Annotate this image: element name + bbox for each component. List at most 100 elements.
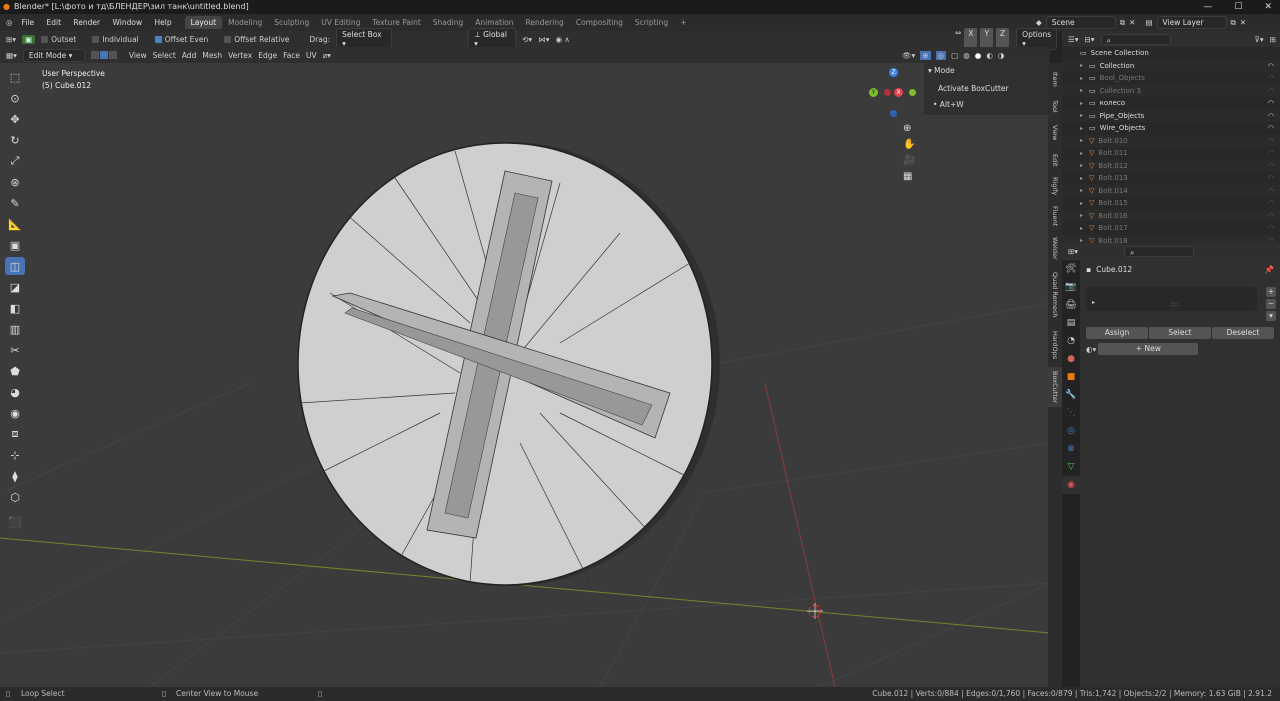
shear-tool-icon[interactable]: ⧫ [5, 467, 25, 485]
navigation-gizmo[interactable]: Z Y X [868, 68, 918, 118]
perspective-grid-icon[interactable]: ▦ [903, 171, 915, 182]
particles-props-icon[interactable]: ⋱ [1062, 404, 1080, 422]
menu-window[interactable]: Window [108, 18, 148, 27]
close-icon[interactable]: ✕ [1264, 0, 1272, 14]
expand-arrow-icon[interactable]: ▸ [1080, 200, 1089, 207]
constraints-props-icon[interactable]: ⊗ [1062, 440, 1080, 458]
scene-collection-row[interactable]: ▭ Scene Collection [1062, 47, 1280, 60]
tool-active-icon[interactable]: ▣ [22, 34, 36, 44]
add-slot-button[interactable]: + [1266, 287, 1276, 297]
pin-icon[interactable]: 📌 [1265, 265, 1274, 274]
material-shading-icon[interactable]: ◐ [986, 51, 993, 60]
tab-layout[interactable]: Layout [184, 16, 223, 29]
viewport-menu-mesh[interactable]: Mesh [202, 51, 222, 60]
viewport-menu-add[interactable]: Add [182, 51, 197, 60]
outliner-row[interactable]: ▸ ▽ Bolt.014 ◠ [1062, 184, 1280, 197]
tab-hardops[interactable]: HardOps [1048, 327, 1062, 363]
outliner-search-input[interactable]: ⌕ [1100, 33, 1171, 45]
bevel-tool-icon[interactable]: ◧ [5, 299, 25, 317]
outliner-row[interactable]: ▸ ▭ Bool_Objects ◠ [1062, 72, 1280, 85]
outliner-row[interactable]: ▸ ▽ Bolt.012 ◠ [1062, 159, 1280, 172]
expand-arrow-icon[interactable]: ▸ [1080, 75, 1089, 82]
add-workspace-icon[interactable]: + [674, 16, 692, 29]
gizmo-neg-x-icon[interactable] [884, 89, 891, 96]
tab-quad-remesh[interactable]: Quad Remesh [1048, 267, 1062, 323]
annotate-tool-icon[interactable]: ✎ [5, 194, 25, 212]
menu-render[interactable]: Render [68, 18, 105, 27]
extrude-tool-icon[interactable]: ◫ [5, 257, 25, 275]
expand-arrow-icon[interactable]: ▸ [1080, 125, 1089, 132]
mode-select[interactable]: Edit Mode ▾ [22, 48, 85, 62]
view-layer-props-icon[interactable]: ▤ [1062, 314, 1080, 332]
material-browse-icon[interactable]: ◐▾ [1086, 345, 1096, 354]
visibility-eye-icon[interactable]: ◠ [1268, 174, 1274, 182]
expand-arrow-icon[interactable]: ▸ [1080, 137, 1089, 144]
outliner-row[interactable]: ▸ ▭ колесо ◠ [1062, 97, 1280, 110]
tab-tool[interactable]: Tool [1048, 94, 1062, 118]
rip-tool-icon[interactable]: ⬡ [5, 488, 25, 506]
expand-arrow-icon[interactable]: ▸ [1080, 62, 1089, 69]
visibility-eye-icon[interactable]: ◠ [1268, 212, 1274, 220]
measure-tool-icon[interactable]: 📐 [5, 215, 25, 233]
camera-icon[interactable]: 🎥 [903, 155, 915, 166]
outliner-row[interactable]: ▸ ▽ Bolt.013 ◠ [1062, 172, 1280, 185]
view-layer-copy-icon[interactable]: ⧉ [1231, 18, 1236, 28]
properties-search-input[interactable]: ⌕ [1124, 245, 1195, 257]
knife-tool-icon[interactable]: ✂ [5, 341, 25, 359]
tab-sculpting[interactable]: Sculpting [268, 16, 315, 29]
visibility-eye-icon[interactable]: ◠ [1268, 62, 1274, 70]
gizmo-toggle-icon[interactable]: ⊕ [920, 50, 931, 60]
new-collection-icon[interactable]: ⊞ [1270, 35, 1276, 44]
outliner-row[interactable]: ▸ ▽ Bolt.011 ◠ [1062, 147, 1280, 160]
assign-button[interactable]: Assign [1086, 327, 1148, 339]
menu-help[interactable]: Help [149, 18, 176, 27]
visibility-eye-icon[interactable]: ◠ [1268, 137, 1274, 145]
visibility-eye-icon[interactable]: ◠ [1268, 99, 1274, 107]
menu-edit[interactable]: Edit [42, 18, 67, 27]
boxcutter-tool-icon[interactable]: ⬛ [5, 513, 25, 531]
vertex-select-icon[interactable] [90, 51, 99, 59]
tab-view[interactable]: View [1048, 121, 1062, 145]
maximize-icon[interactable]: ☐ [1234, 0, 1242, 14]
minimize-icon[interactable]: — [1203, 0, 1212, 14]
expand-arrow-icon[interactable]: ▸ [1080, 150, 1089, 157]
shrink-fatten-tool-icon[interactable]: ⊹ [5, 446, 25, 464]
outliner-row[interactable]: ▸ ▽ Bolt.015 ◠ [1062, 197, 1280, 210]
rendered-shading-icon[interactable]: ◑ [998, 51, 1005, 60]
gizmo-y-icon[interactable]: Y [869, 88, 878, 97]
expand-arrow-icon[interactable]: ▸ [1080, 187, 1089, 194]
viewport-menu-select[interactable]: Select [153, 51, 176, 60]
render-props-icon[interactable]: 📷 [1062, 278, 1080, 296]
visibility-icon[interactable]: 👁▾ [902, 51, 915, 60]
expand-arrow-icon[interactable]: ▸ [1080, 212, 1089, 219]
blender-menu-icon[interactable]: ◎ [0, 18, 17, 27]
visibility-eye-icon[interactable]: ◠ [1268, 162, 1274, 170]
tab-rigify[interactable]: Rigify [1048, 173, 1062, 199]
gizmo-neg-y-icon[interactable] [909, 89, 916, 96]
3d-viewport[interactable]: User Perspective (5) Cube.012 Z Y X ⊕ ✋ … [0, 63, 1050, 687]
select-button[interactable]: Select [1149, 327, 1211, 339]
expand-arrow-icon[interactable]: ▸ [1080, 162, 1089, 169]
offset-relative-checkbox[interactable]: Offset Relative [224, 35, 289, 44]
viewport-menu-uv[interactable]: UV [306, 51, 317, 60]
tab-rendering[interactable]: Rendering [520, 16, 570, 29]
zoom-icon[interactable]: ⊕ [903, 123, 915, 134]
expand-arrow-icon[interactable]: ▸ [1080, 175, 1089, 182]
outliner-row[interactable]: ▸ ▭ Collection ◠ [1062, 59, 1280, 72]
viewport-editor-icon[interactable]: ▦▾ [6, 51, 17, 60]
deselect-button[interactable]: Deselect [1212, 327, 1274, 339]
material-slot-list[interactable]: ▸ :::: [1086, 287, 1257, 311]
viewport-menu-face[interactable]: Face [283, 51, 300, 60]
wireframe-shading-icon[interactable]: ◍ [963, 51, 970, 60]
solid-shading-icon[interactable]: ● [975, 51, 982, 60]
slot-menu-button[interactable]: ▾ [1266, 311, 1276, 321]
scene-close-icon[interactable]: ✕ [1129, 18, 1135, 27]
viewport-menu-vertex[interactable]: Vertex [228, 51, 252, 60]
physics-props-icon[interactable]: ◎ [1062, 422, 1080, 440]
visibility-eye-icon[interactable]: ◠ [1268, 149, 1274, 157]
gizmo-x-icon[interactable]: X [894, 88, 903, 97]
outliner-row[interactable]: ▸ ▭ Wire_Objects ◠ [1062, 122, 1280, 135]
3d-cursor[interactable] [807, 603, 823, 619]
world-props-icon[interactable]: ● [1062, 350, 1080, 368]
tab-welder[interactable]: Welder [1048, 233, 1062, 263]
